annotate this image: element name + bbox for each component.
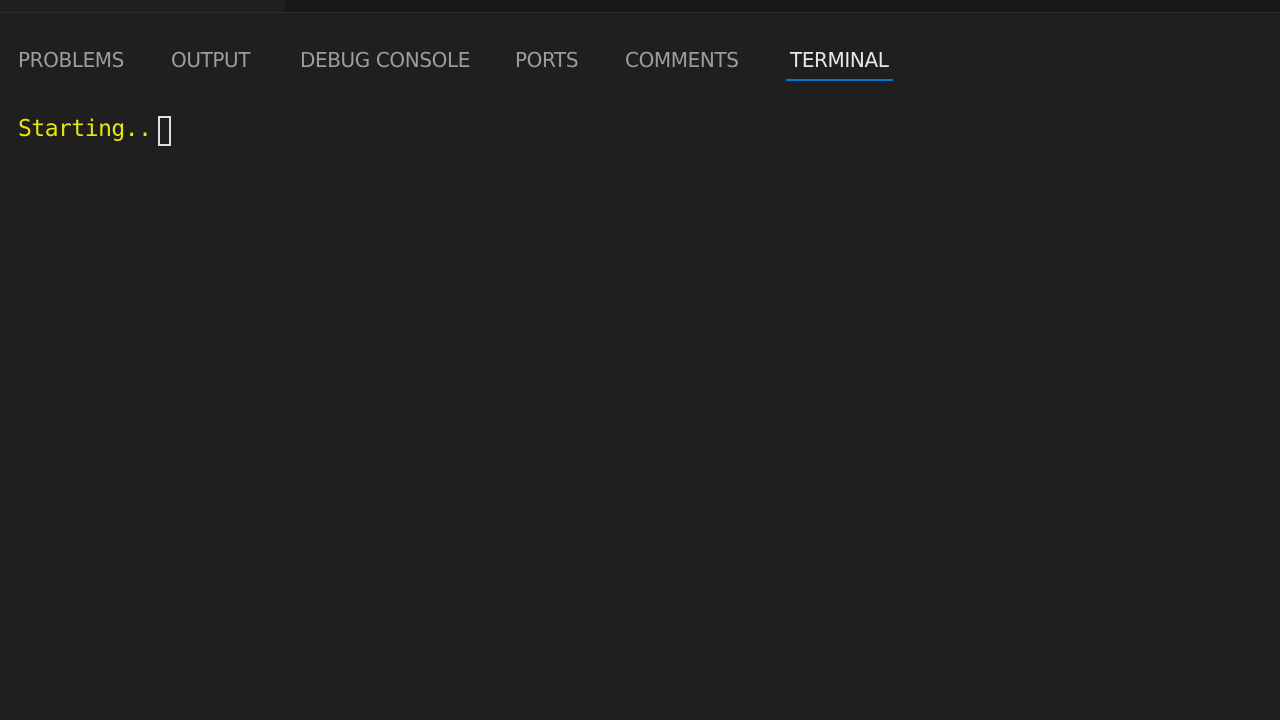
panel-tab-bar: PROBLEMS OUTPUT DEBUG CONSOLE PORTS COMM…: [0, 40, 1280, 82]
terminal-area[interactable]: Starting..: [0, 100, 1280, 720]
tab-ports[interactable]: PORTS: [515, 40, 579, 80]
tab-debug-console[interactable]: DEBUG CONSOLE: [300, 40, 470, 80]
terminal-output-line: Starting..: [18, 116, 152, 142]
tab-comments[interactable]: COMMENTS: [625, 40, 739, 80]
tab-output[interactable]: OUTPUT: [171, 40, 251, 80]
editor-tab-bar: [0, 0, 1280, 13]
tab-problems[interactable]: PROBLEMS: [18, 40, 124, 80]
tab-terminal[interactable]: TERMINAL: [786, 40, 892, 81]
editor-tab[interactable]: [0, 0, 285, 12]
terminal-cursor: [158, 116, 171, 146]
